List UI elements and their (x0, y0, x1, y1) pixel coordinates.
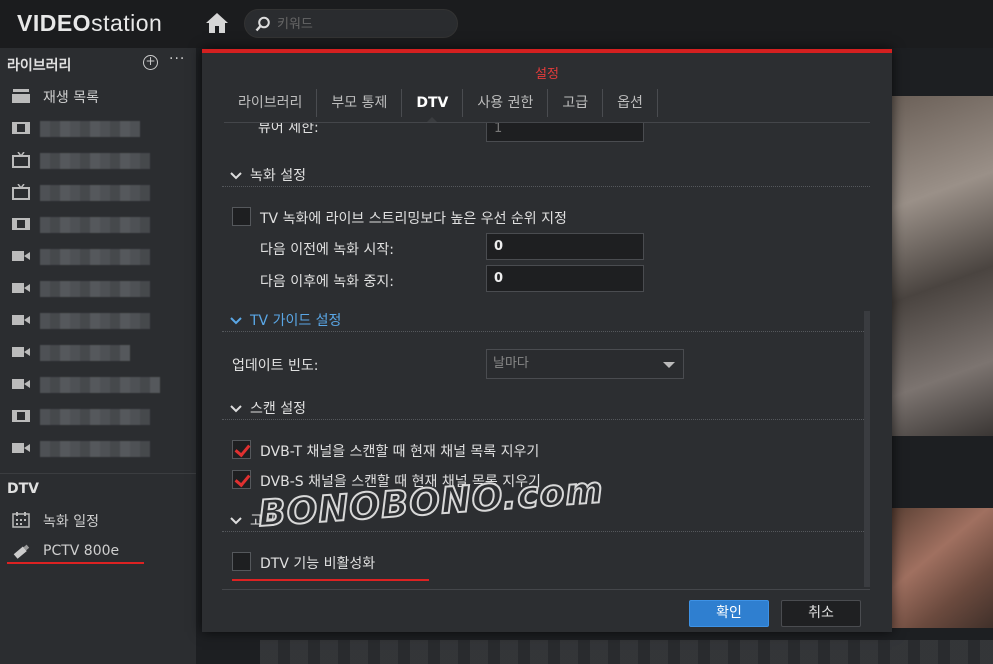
tv-icon (12, 183, 30, 200)
sidebar: 라이브러리 + ··· 재생 목록 DTV 녹화 일정 PCTV 800e (0, 48, 196, 664)
recording-priority-label: TV 녹화에 라이브 스트리밍보다 높은 우선 순위 지정 (260, 211, 567, 227)
blurred-library-name (40, 377, 160, 393)
home-icon[interactable] (204, 11, 230, 35)
tab-dtv[interactable]: DTV (402, 89, 464, 123)
section-divider (222, 331, 870, 332)
blurred-library-name (40, 345, 130, 361)
blurred-library-name (40, 185, 150, 201)
sidebar-item-library[interactable] (0, 144, 196, 176)
disable-dtv-label: DTV 기능 비활성화 (260, 556, 376, 572)
blurred-library-name (40, 281, 150, 297)
cancel-button[interactable]: 취소 (781, 600, 861, 627)
update-frequency-label: 업데이트 빈도: (232, 358, 319, 374)
section-divider (222, 531, 870, 532)
disable-dtv-checkbox[interactable] (232, 552, 251, 571)
blurred-library-name (40, 313, 150, 329)
settings-tabs: 라이브러리 부모 통제 DTV 사용 권한 고급 옵션 (224, 89, 658, 123)
viewer-limit-input[interactable]: 1 (486, 123, 644, 142)
blurred-library-name (40, 409, 150, 425)
highlight-underline (7, 562, 144, 564)
confirm-button[interactable]: 확인 (689, 600, 769, 627)
footer-divider (222, 589, 870, 590)
stop-after-label: 다음 이후에 녹화 중지: (260, 274, 394, 290)
search-bar[interactable] (244, 9, 458, 38)
dialog-title: 설정 (535, 67, 559, 82)
blurred-library-name (40, 249, 150, 265)
dropdown-caret-icon (663, 362, 675, 368)
video-camera-icon (12, 280, 30, 296)
video-camera-icon (12, 440, 30, 456)
app-logo: VIDEOstation (17, 10, 163, 36)
sidebar-item-label: 녹화 일정 (43, 514, 99, 530)
tab-parental-control[interactable]: 부모 통제 (317, 89, 403, 117)
add-library-button[interactable]: + (143, 55, 158, 70)
sidebar-item-library[interactable] (0, 112, 196, 144)
start-before-label: 다음 이전에 녹화 시작: (260, 242, 394, 258)
tab-advanced[interactable]: 고급 (548, 89, 604, 117)
stop-after-input[interactable]: 0 (486, 265, 644, 292)
video-camera-icon (12, 376, 30, 392)
chevron-down-icon (230, 313, 244, 329)
sidebar-item-library[interactable] (0, 368, 196, 400)
settings-dialog: 설정 라이브러리 부모 통제 DTV 사용 권한 고급 옵션 뷰어 제한: 1 … (202, 49, 892, 632)
search-icon (255, 16, 271, 32)
sidebar-item-library[interactable] (0, 400, 196, 432)
sidebar-divider (0, 473, 196, 474)
sidebar-item-library[interactable] (0, 432, 196, 464)
video-camera-icon (12, 344, 30, 360)
start-before-input[interactable]: 0 (486, 233, 644, 260)
sidebar-item-label: PCTV 800e (43, 543, 120, 559)
chevron-down-icon (230, 401, 244, 417)
dialog-scrollbar[interactable] (864, 311, 870, 587)
scan-settings-section[interactable]: 스캔 설정 (230, 398, 306, 418)
sidebar-item-library[interactable] (0, 272, 196, 304)
search-input[interactable] (277, 14, 447, 34)
recording-settings-section[interactable]: 녹화 설정 (230, 165, 306, 185)
tab-permissions[interactable]: 사용 권한 (463, 89, 549, 117)
recording-priority-checkbox[interactable] (232, 207, 251, 226)
sidebar-item-label: 재생 목록 (43, 90, 99, 106)
highlight-underline (232, 579, 429, 581)
sidebar-item-library[interactable] (0, 336, 196, 368)
background-thumbnail (890, 508, 993, 628)
calendar-icon (12, 512, 30, 528)
film-icon (12, 408, 30, 424)
section-divider (222, 186, 870, 187)
tab-library[interactable]: 라이브러리 (224, 89, 318, 117)
dvbs-clear-checkbox[interactable] (232, 470, 251, 489)
video-camera-icon (12, 312, 30, 328)
usb-tuner-icon (12, 544, 30, 560)
sidebar-item-recording-schedule[interactable]: 녹화 일정 (0, 504, 196, 536)
section-divider (222, 419, 870, 420)
background-thumbnail (890, 96, 993, 436)
tv-guide-settings-section[interactable]: TV 가이드 설정 (230, 310, 341, 330)
sidebar-item-playlist[interactable]: 재생 목록 (0, 80, 196, 112)
blurred-library-name (40, 217, 150, 233)
sidebar-item-library[interactable] (0, 240, 196, 272)
blurred-library-name (40, 441, 150, 457)
sidebar-item-library[interactable] (0, 176, 196, 208)
playlist-icon (12, 88, 30, 104)
film-icon (12, 216, 30, 232)
blurred-library-name (40, 121, 140, 137)
more-options-icon[interactable]: ··· (169, 51, 185, 67)
dvbt-clear-label: DVB-T 채널을 스캔할 때 현재 채널 목록 지우기 (260, 444, 540, 460)
blurred-library-name (40, 153, 150, 169)
sidebar-item-library[interactable] (0, 304, 196, 336)
tab-options[interactable]: 옵션 (603, 89, 658, 117)
chevron-down-icon (230, 168, 244, 184)
top-bar: VIDEOstation (0, 0, 993, 48)
background-thumbnail-row (260, 640, 993, 664)
library-header: 라이브러리 (7, 58, 72, 74)
viewer-limit-label: 뷰어 제한: (258, 123, 319, 136)
update-frequency-select[interactable]: 날마다 (486, 349, 684, 379)
dtv-header: DTV (7, 481, 40, 497)
video-camera-icon (12, 248, 30, 264)
film-icon (12, 120, 30, 136)
sidebar-item-library[interactable] (0, 208, 196, 240)
dvbt-clear-checkbox[interactable] (232, 440, 251, 459)
tv-icon (12, 151, 30, 168)
chevron-down-icon (230, 513, 244, 529)
